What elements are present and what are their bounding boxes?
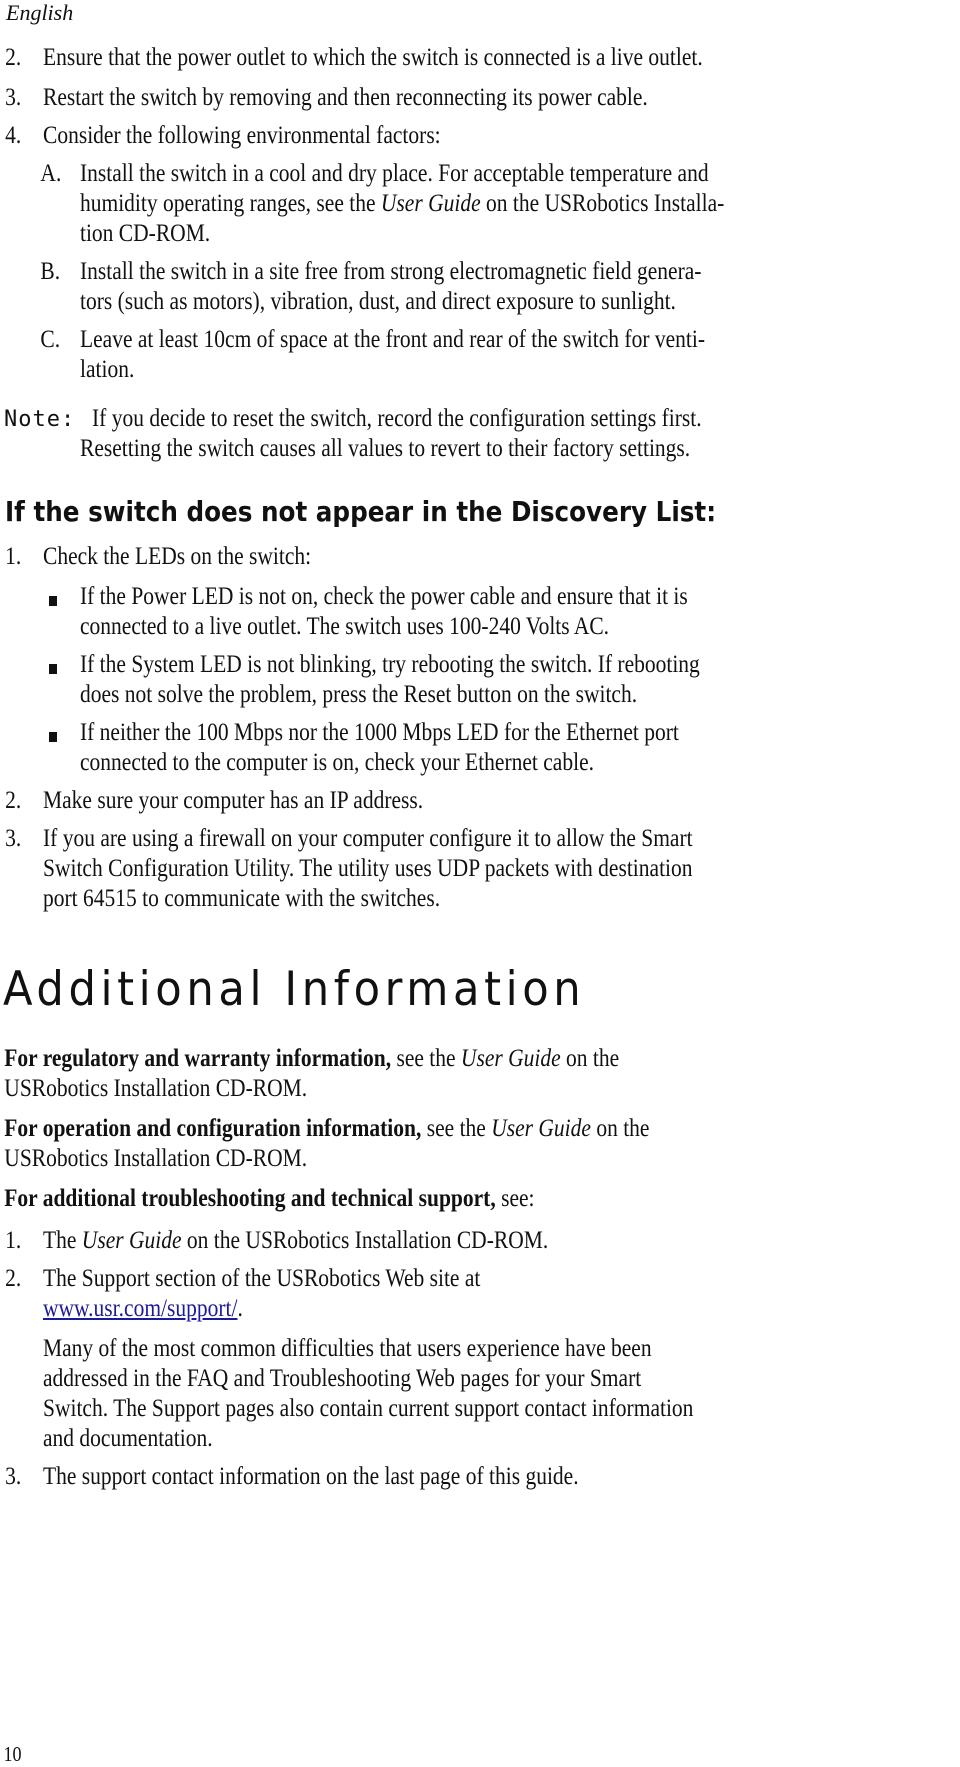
item-number: 1. xyxy=(5,1227,22,1254)
text: see: xyxy=(495,1185,535,1212)
item-text: Install the switch in a site free from s… xyxy=(79,258,702,285)
document-title: User Guide xyxy=(380,190,481,217)
text: on the xyxy=(560,1045,620,1072)
text: Many of the most common difficulties tha… xyxy=(43,1335,652,1362)
text: see the xyxy=(421,1115,492,1142)
item-text: If the System LED is not blinking, try r… xyxy=(79,651,700,678)
item-number: 2. xyxy=(5,787,22,814)
text: Switch. The Support pages also contain c… xyxy=(43,1395,694,1422)
text: The xyxy=(43,1227,82,1254)
item-text: tors (such as motors), vibration, dust, … xyxy=(79,288,676,315)
item-text: connected to the computer is on, check y… xyxy=(79,749,594,776)
item-text: Check the LEDs on the switch: xyxy=(43,543,312,570)
item-text: Ensure that the power outlet to which th… xyxy=(43,44,703,71)
bullet-icon xyxy=(49,732,57,742)
item-number: 3. xyxy=(5,84,22,111)
item-number: 4. xyxy=(5,122,22,149)
item-text: lation. xyxy=(79,356,135,383)
item-letter: B. xyxy=(40,258,61,285)
page-section-title: Additional Information xyxy=(3,962,586,1017)
text: addressed in the FAQ and Troubleshooting… xyxy=(43,1365,642,1392)
item-text: If the Power LED is not on, check the po… xyxy=(79,583,688,610)
bold-lead: For regulatory and warranty information, xyxy=(4,1045,392,1072)
text: humidity operating ranges, see the xyxy=(79,190,381,217)
bold-lead: For operation and configuration informat… xyxy=(4,1115,422,1142)
item-letter: C. xyxy=(40,326,61,353)
text: see the xyxy=(391,1045,461,1072)
item-text: If neither the 100 Mbps nor the 1000 Mbp… xyxy=(79,719,679,746)
item-text: The support contact information on the l… xyxy=(43,1463,579,1490)
item-text: Consider the following environmental fac… xyxy=(43,122,441,149)
item-text: Switch Configuration Utility. The utilit… xyxy=(43,855,693,882)
bullet-icon xyxy=(49,596,57,606)
text: USRobotics Installation CD-ROM. xyxy=(4,1075,308,1102)
item-number: 3. xyxy=(5,1463,22,1490)
text: and documentation. xyxy=(43,1425,213,1452)
document-title: User Guide xyxy=(460,1045,561,1072)
item-text: connected to a live outlet. The switch u… xyxy=(79,613,610,640)
item-text: Make sure your computer has an IP addres… xyxy=(43,787,424,814)
item-text: Leave at least 10cm of space at the fron… xyxy=(79,326,706,353)
document-title: User Guide xyxy=(491,1115,591,1142)
note-text: Resetting the switch causes all values t… xyxy=(79,435,691,462)
item-text: humidity operating ranges, see the User … xyxy=(80,190,724,218)
document-title: User Guide xyxy=(81,1227,182,1254)
text: . xyxy=(237,1295,243,1322)
item-text: Restart the switch by removing and then … xyxy=(43,84,648,111)
item-letter: A. xyxy=(40,160,62,187)
item-text: does not solve the problem, press the Re… xyxy=(79,681,638,708)
bullet-icon xyxy=(49,664,57,674)
item-number: 2. xyxy=(5,44,22,71)
item-number: 3. xyxy=(5,825,22,852)
item-number: 1. xyxy=(5,543,22,570)
item-text: The Support section of the USRobotics We… xyxy=(43,1265,481,1292)
page-number-text: 10 xyxy=(3,1742,22,1766)
item-text: tion CD-ROM. xyxy=(79,220,211,247)
note-label: Note: xyxy=(4,407,76,432)
text: on the USRobotics Installation CD-ROM. xyxy=(181,1227,549,1254)
text: USRobotics Installation CD-ROM. xyxy=(4,1145,308,1172)
text: on the xyxy=(590,1115,650,1142)
bold-lead: For additional troubleshooting and techn… xyxy=(4,1185,496,1212)
item-text: Install the switch in a cool and dry pla… xyxy=(79,160,709,187)
language-header: English xyxy=(6,0,74,25)
item-text: port 64515 to communicate with the switc… xyxy=(43,885,441,912)
section-heading: If the switch does not appear in the Dis… xyxy=(5,495,717,528)
text: on the USRobotics Installa- xyxy=(480,190,725,217)
item-number: 2. xyxy=(5,1265,22,1292)
item-text: If you are using a firewall on your comp… xyxy=(43,825,693,852)
note-text: If you decide to reset the switch, recor… xyxy=(92,405,702,432)
support-link[interactable]: www.usr.com/support/ xyxy=(43,1295,237,1322)
